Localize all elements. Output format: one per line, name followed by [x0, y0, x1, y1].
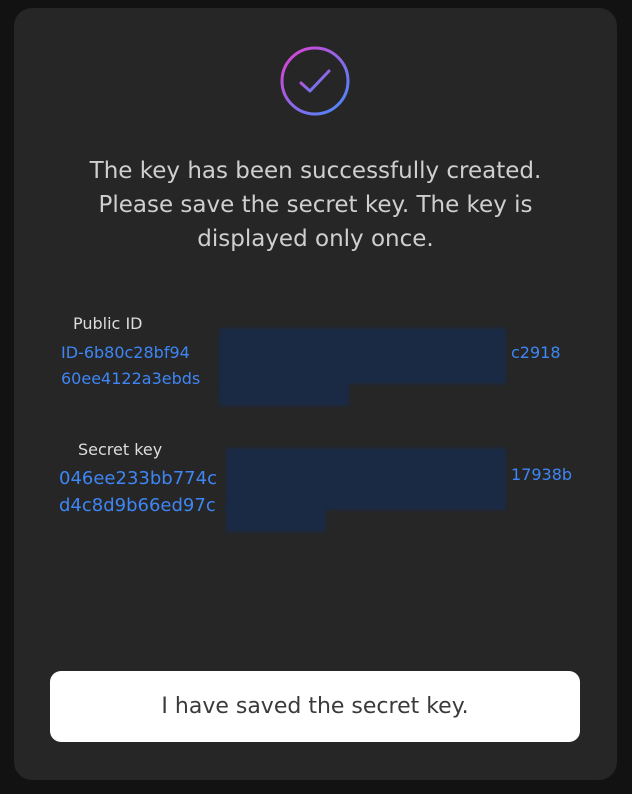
public-id-label: Public ID [73, 314, 143, 333]
message-line: displayed only once. [197, 226, 434, 252]
secret-key-line: 046ee233bb774c [59, 468, 217, 489]
public-id-redaction [219, 378, 349, 406]
public-id-value[interactable]: ID-6b80c28bf94 60ee4122a3ebds [61, 340, 200, 392]
public-id-line: 60ee4122a3ebds [61, 369, 201, 388]
public-id-redaction [219, 328, 506, 384]
public-id-tail[interactable]: c2918 [511, 343, 561, 362]
message-line: Please save the secret key. The key is [98, 192, 533, 218]
public-id-line: ID-6b80c28bf94 [61, 343, 190, 362]
key-created-dialog: The key has been successfully created. P… [14, 8, 617, 780]
secret-key-value[interactable]: 046ee233bb774c d4c8d9b66ed97c [59, 465, 217, 519]
secret-key-tail[interactable]: 17938b [511, 465, 572, 484]
check-circle-icon [279, 45, 351, 117]
message-line: The key has been successfully created. [89, 158, 542, 184]
secret-key-redaction [226, 448, 506, 510]
confirm-saved-button[interactable]: I have saved the secret key. [50, 671, 580, 742]
success-message: The key has been successfully created. P… [44, 154, 587, 256]
secret-key-line: d4c8d9b66ed97c [59, 495, 216, 516]
secret-key-label: Secret key [78, 440, 163, 459]
secret-key-redaction [226, 504, 326, 532]
